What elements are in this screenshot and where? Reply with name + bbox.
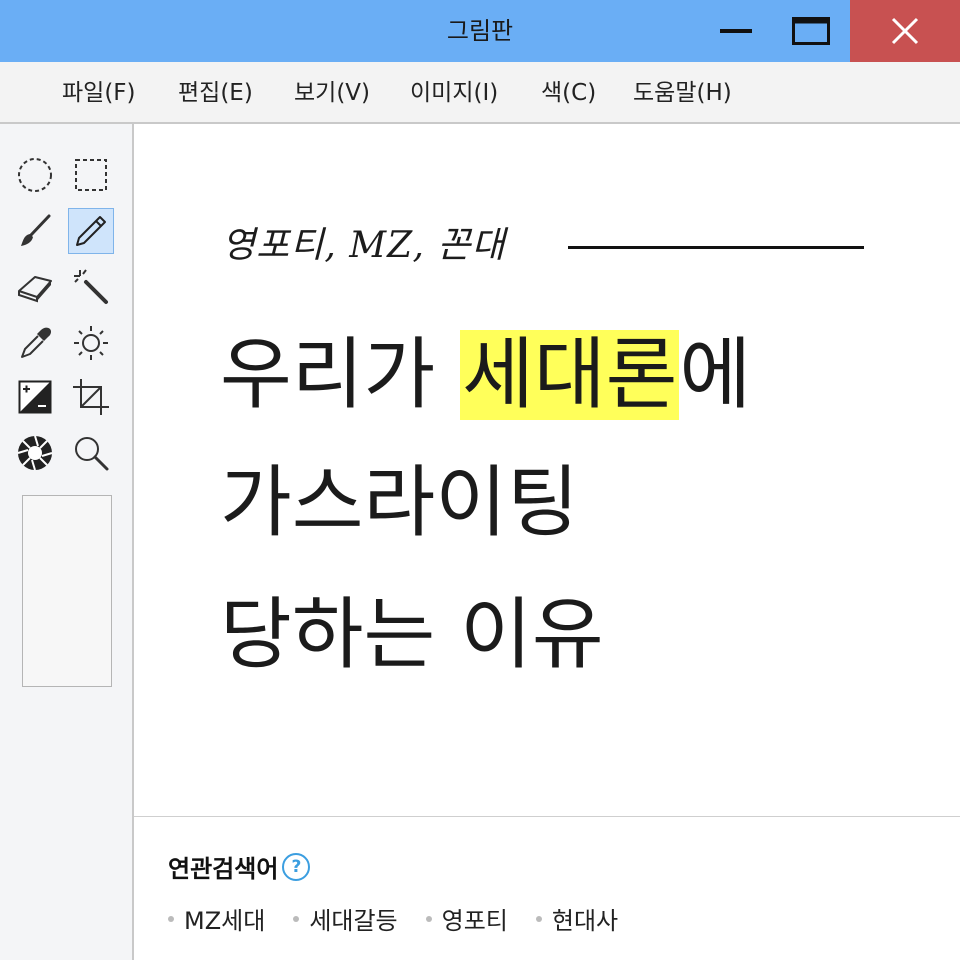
headline-text-a: 우리가 bbox=[220, 330, 461, 420]
bullet-icon bbox=[425, 915, 432, 922]
color-palette-box[interactable] bbox=[22, 495, 112, 687]
menu-view[interactable]: 보기(V) bbox=[294, 62, 370, 122]
crop-icon bbox=[73, 379, 109, 415]
menu-bar: 파일(F) 편집(E) 보기(V) 이미지(I) 색(C) 도움말(H) bbox=[0, 62, 960, 124]
close-button[interactable] bbox=[850, 0, 960, 62]
subtitle-underline bbox=[568, 246, 864, 249]
menu-image[interactable]: 이미지(I) bbox=[410, 62, 498, 122]
related-item[interactable]: 세대갈등 bbox=[293, 901, 398, 936]
headline-line-1: 우리가 세대론에 bbox=[220, 330, 751, 420]
exposure-icon bbox=[18, 380, 52, 414]
menu-file[interactable]: 파일(F) bbox=[62, 62, 136, 122]
toolbox bbox=[0, 124, 134, 960]
headline-line-2: 가스라이팅 bbox=[220, 458, 579, 548]
tool-aperture[interactable] bbox=[12, 430, 58, 476]
minimize-button[interactable] bbox=[700, 0, 772, 62]
tool-magic-wand[interactable] bbox=[68, 264, 114, 310]
related-item[interactable]: 현대사 bbox=[535, 901, 618, 936]
tool-exposure[interactable] bbox=[12, 374, 58, 420]
tool-brightness[interactable] bbox=[68, 320, 114, 366]
title-bar: 그림판 bbox=[0, 0, 960, 62]
related-item[interactable]: MZ세대 bbox=[168, 901, 265, 936]
tool-ellipse-select[interactable] bbox=[12, 152, 58, 198]
related-list: MZ세대 세대갈등 영포티 현대사 bbox=[168, 901, 646, 936]
magic-wand-icon bbox=[74, 269, 108, 304]
close-icon bbox=[891, 17, 919, 45]
rect-select-icon bbox=[75, 159, 107, 191]
maximize-icon bbox=[792, 17, 830, 45]
tool-eraser[interactable] bbox=[12, 264, 58, 310]
menu-edit[interactable]: 편집(E) bbox=[178, 62, 253, 122]
menu-help[interactable]: 도움말(H) bbox=[633, 62, 732, 122]
tool-color-picker[interactable] bbox=[12, 320, 58, 366]
bullet-icon bbox=[535, 915, 542, 922]
headline-line-3: 당하는 이유 bbox=[220, 590, 604, 680]
tool-crop[interactable] bbox=[68, 374, 114, 420]
aperture-icon bbox=[17, 435, 53, 471]
brightness-icon bbox=[74, 326, 108, 360]
zoom-icon bbox=[75, 437, 109, 471]
tool-zoom[interactable] bbox=[68, 430, 114, 476]
drawing-canvas[interactable]: 영포티, MZ, 꼰대 우리가 세대론에 가스라이팅 당하는 이유 bbox=[134, 124, 960, 816]
related-item[interactable]: 영포티 bbox=[425, 901, 508, 936]
handwritten-subtitle: 영포티, MZ, 꼰대 bbox=[222, 225, 506, 266]
bullet-icon bbox=[293, 915, 300, 922]
bullet-icon bbox=[168, 915, 174, 922]
menu-color[interactable]: 색(C) bbox=[541, 62, 596, 122]
tool-brush[interactable] bbox=[12, 208, 58, 254]
eraser-icon bbox=[18, 276, 52, 303]
minimize-icon bbox=[720, 29, 752, 33]
headline-text-b: 에 bbox=[679, 330, 752, 420]
tool-rect-select[interactable] bbox=[68, 152, 114, 198]
related-title-text: 연관검색어 bbox=[168, 855, 279, 883]
related-searches: 연관검색어 ? MZ세대 세대갈등 영포티 현대사 bbox=[134, 816, 960, 960]
help-icon[interactable]: ? bbox=[282, 852, 311, 881]
ellipse-select-icon bbox=[18, 158, 52, 192]
highlighted-word: 세대론 bbox=[460, 330, 680, 420]
related-title: 연관검색어 ? bbox=[168, 849, 311, 884]
tool-pencil[interactable] bbox=[68, 208, 114, 254]
maximize-button[interactable] bbox=[772, 0, 850, 62]
color-picker-icon bbox=[21, 327, 52, 358]
brush-icon bbox=[21, 214, 51, 246]
pencil-icon bbox=[76, 216, 106, 246]
